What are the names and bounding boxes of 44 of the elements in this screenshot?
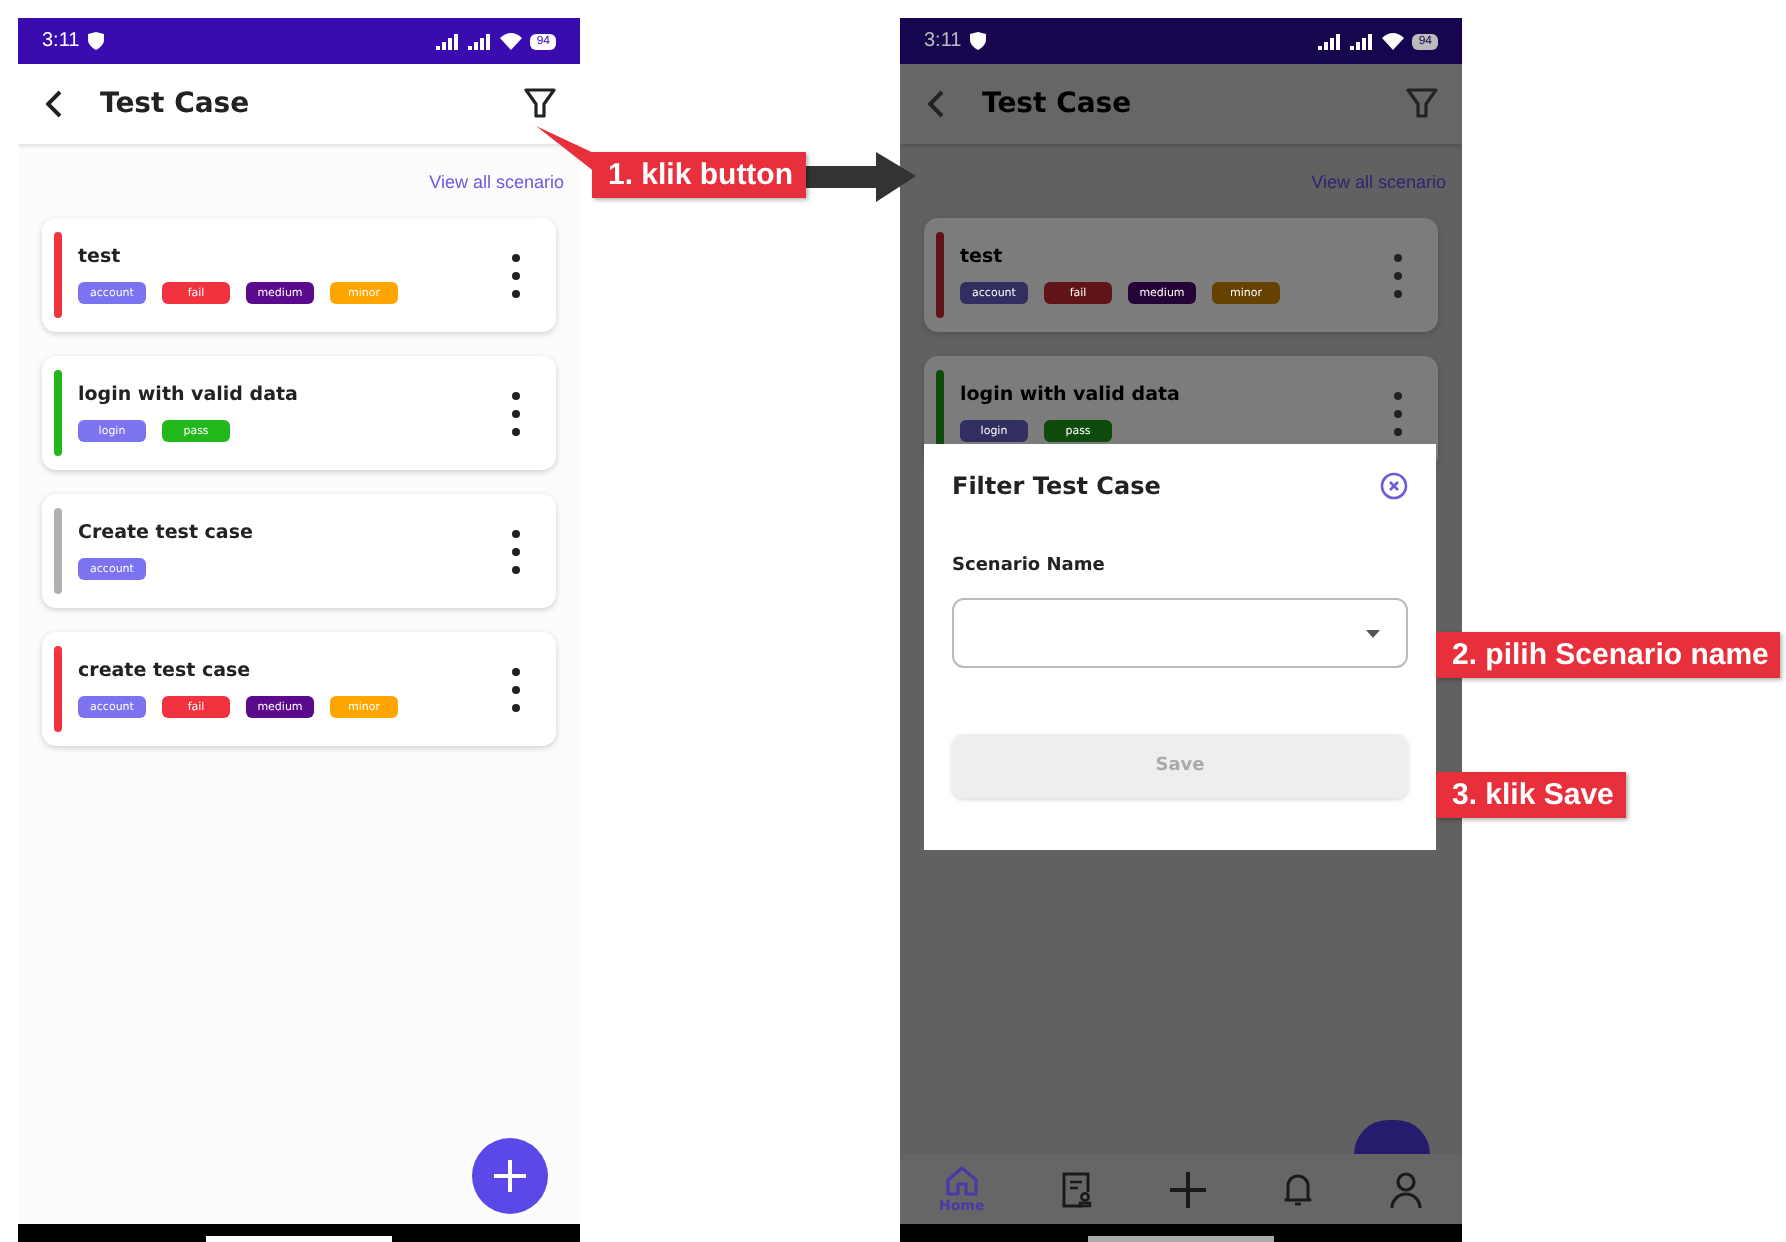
document-icon (1062, 1171, 1093, 1207)
test-case-title: create test case (78, 660, 253, 682)
shield-icon (87, 32, 104, 50)
more-icon[interactable] (512, 391, 520, 435)
signal-icon (468, 33, 493, 49)
signal-icon (436, 33, 461, 49)
home-icon (945, 1165, 978, 1195)
callout-label: 3. klik Save (1436, 772, 1626, 818)
status-time: 3:11 (924, 30, 962, 52)
wifi-icon (500, 32, 523, 50)
signal-icon (1350, 33, 1375, 49)
signal-icon (1318, 33, 1343, 49)
screen-title: Test Case (100, 88, 252, 120)
test-case-title: login with valid data (960, 384, 1182, 406)
dialog-title: Filter Test Case (952, 472, 1161, 500)
callout-label: 2. pilih Scenario name (1436, 632, 1781, 678)
plus-icon (1170, 1171, 1207, 1207)
user-icon (1390, 1171, 1423, 1207)
back-icon[interactable] (46, 90, 64, 118)
filter-icon[interactable] (524, 88, 556, 120)
test-case-title: Create test case (78, 522, 255, 544)
more-icon[interactable] (512, 253, 520, 297)
more-icon[interactable] (512, 667, 520, 711)
add-button[interactable] (1354, 1120, 1430, 1154)
more-icon[interactable] (512, 529, 520, 573)
bell-icon (1284, 1172, 1313, 1206)
nav-item[interactable] (1390, 1171, 1423, 1207)
view-all-link[interactable]: View all scenario (429, 172, 564, 192)
wifi-icon (1382, 32, 1405, 50)
caret-icon (1366, 629, 1380, 637)
status-time: 3:11 (42, 30, 80, 52)
test-case-title: test (78, 246, 123, 268)
nav-item[interactable] (1170, 1171, 1207, 1207)
screen-title: Test Case (982, 88, 1134, 120)
test-case-title: login with valid data (78, 384, 300, 406)
nav-item[interactable] (1284, 1172, 1313, 1206)
test-case-title: test (960, 246, 1005, 268)
field-label: Scenario Name (952, 556, 1107, 576)
nav-item[interactable] (1062, 1171, 1093, 1207)
close-icon[interactable] (1380, 472, 1408, 500)
plus-icon (494, 1160, 526, 1192)
add-button[interactable] (472, 1138, 548, 1214)
shield-icon (969, 32, 986, 50)
arrow-icon (804, 152, 916, 202)
